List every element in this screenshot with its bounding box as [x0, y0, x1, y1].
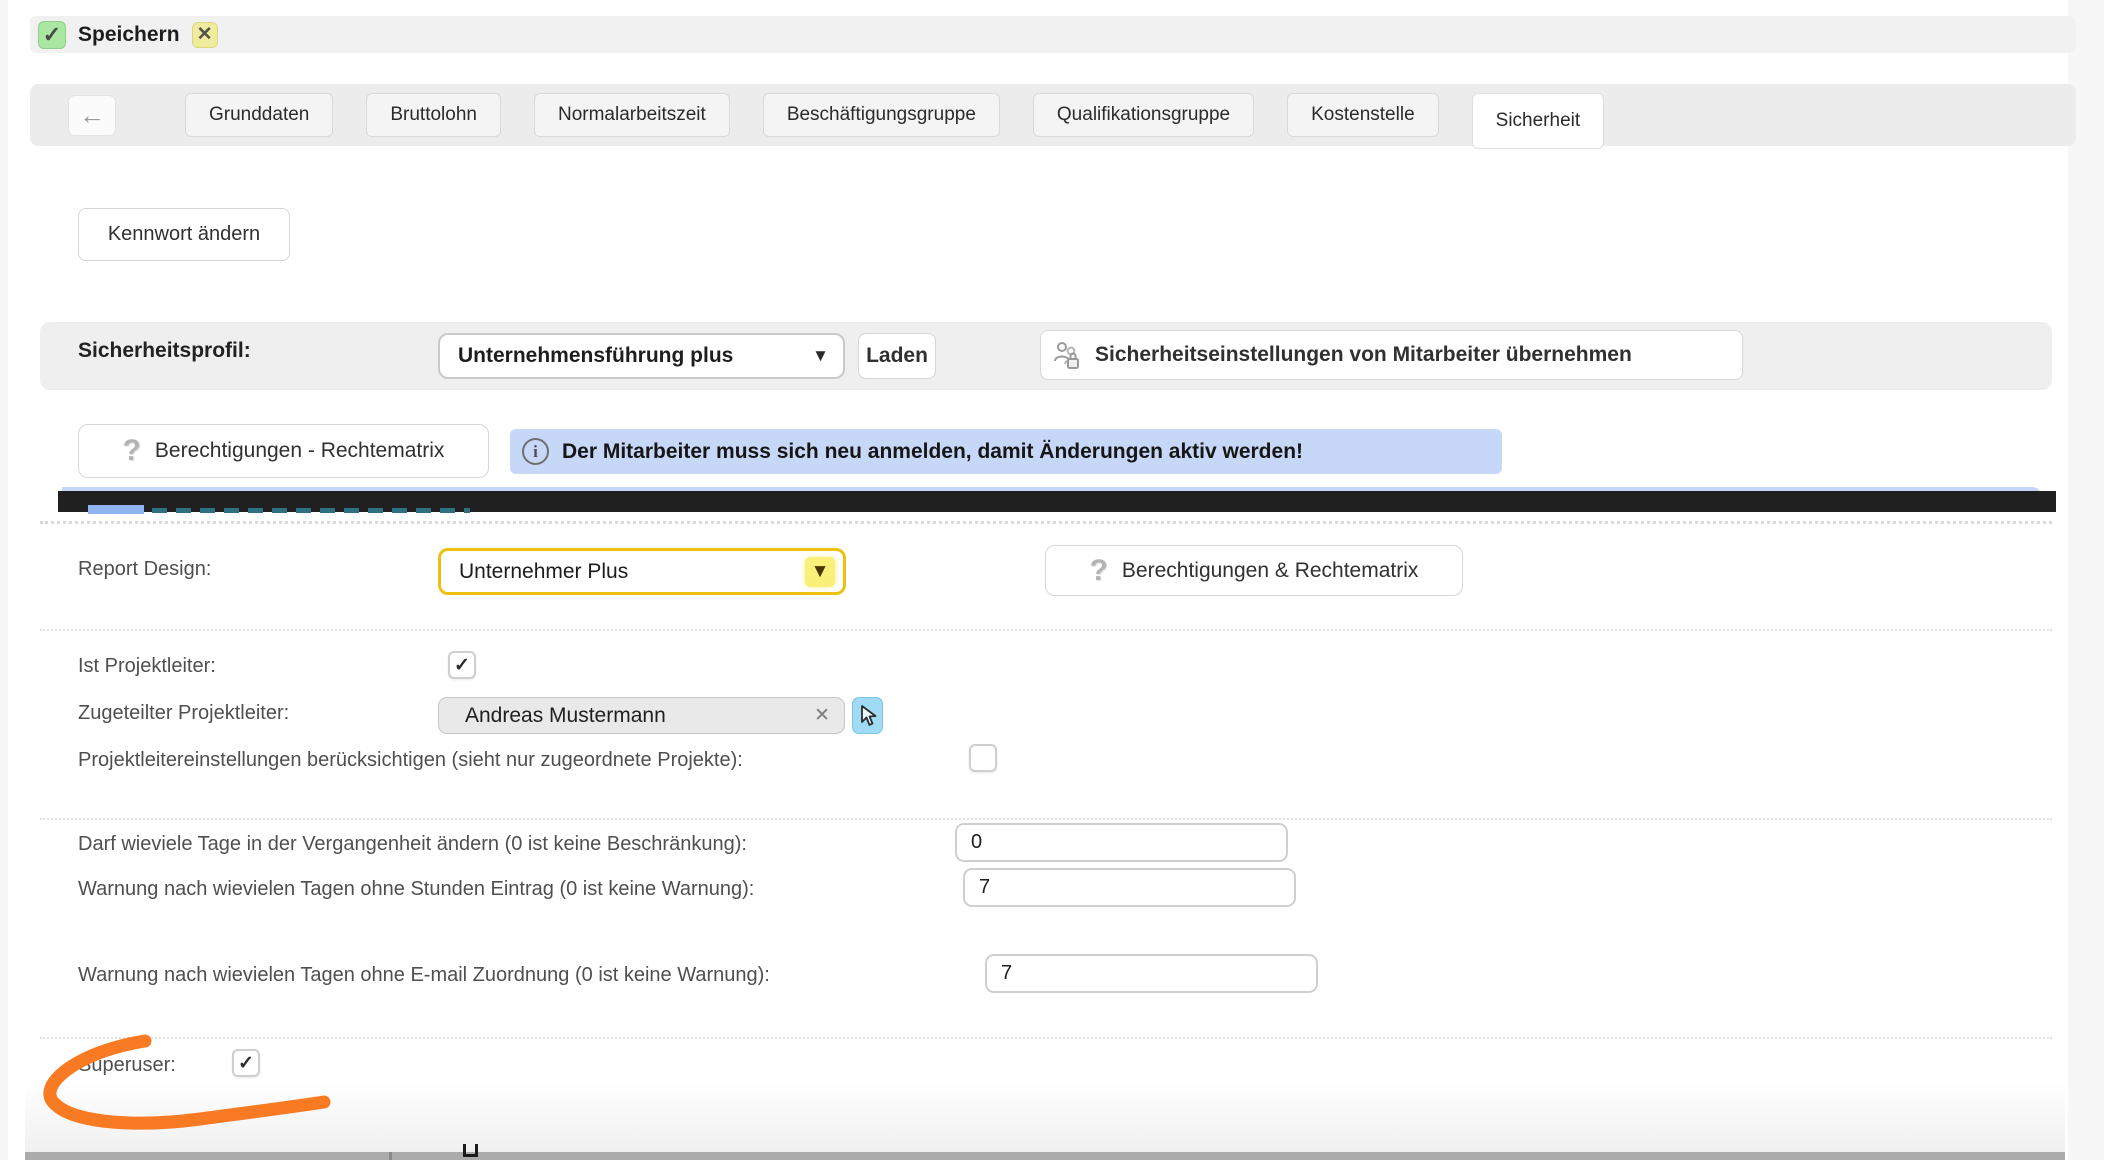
clipped-bottom-bar [25, 1152, 2065, 1160]
save-label[interactable]: Speichern [78, 23, 180, 47]
question-mark-icon: ? [123, 434, 141, 468]
save-check-icon[interactable]: ✓ [38, 21, 66, 49]
security-settings-page: ✓ Speichern ✕ ← Grunddaten Bruttolohn No… [0, 0, 2104, 1160]
adopt-security-settings-label: Sicherheitseinstellungen von Mitarbeiter… [1095, 343, 1632, 367]
clear-icon[interactable]: ✕ [814, 704, 830, 727]
project-leader-settings-checkbox[interactable] [969, 744, 997, 772]
tab-qualifikationsgruppe[interactable]: Qualifikationsgruppe [1033, 93, 1254, 137]
clipped-text-fragment [88, 505, 144, 514]
relogin-info-message: i Der Mitarbeiter muss sich neu anmelden… [510, 429, 1502, 474]
tab-grunddaten[interactable]: Grunddaten [185, 93, 333, 137]
is-project-leader-label: Ist Projektleiter: [78, 655, 216, 678]
security-profile-select[interactable]: Unternehmensführung plus ▼ [438, 333, 845, 379]
email-warning-label: Warnung nach wievielen Tagen ohne E-mail… [78, 964, 770, 987]
separator [40, 629, 2052, 631]
close-icon[interactable]: ✕ [192, 22, 218, 48]
hours-warning-label: Warnung nach wievielen Tagen ohne Stunde… [78, 878, 754, 901]
email-warning-input[interactable]: 7 [985, 954, 1318, 993]
back-arrow-icon: ← [79, 100, 105, 131]
tab-list: Grunddaten Bruttolohn Normalarbeitszeit … [185, 93, 1604, 149]
clipped-text-fragment [152, 508, 470, 513]
tab-bruttolohn[interactable]: Bruttolohn [366, 93, 501, 137]
change-password-button[interactable]: Kennwort ändern [78, 208, 290, 261]
assigned-project-leader-value: Andreas Mustermann [465, 704, 814, 728]
past-days-limit-label: Darf wieviele Tage in der Vergangenheit … [78, 833, 747, 856]
right-margin [2068, 0, 2104, 1160]
report-design-value: Unternehmer Plus [459, 560, 805, 584]
orange-annotation-swoosh [20, 1025, 350, 1140]
past-days-limit-input[interactable]: 0 [955, 823, 1288, 862]
rights-matrix-button[interactable]: ? Berechtigungen - Rechtematrix [78, 424, 489, 478]
chevron-down-icon: ▼ [812, 346, 829, 366]
save-bar: ✓ Speichern ✕ [30, 16, 2076, 53]
rights-and-matrix-label: Berechtigungen & Rechtematrix [1122, 559, 1419, 583]
back-button[interactable]: ← [68, 95, 116, 136]
separator [40, 521, 2052, 524]
info-icon: i [522, 438, 549, 465]
assigned-project-leader-label: Zugeteilter Projektleiter: [78, 702, 289, 725]
security-profile-label: Sicherheitsprofil: [78, 339, 251, 363]
report-design-label: Report Design: [78, 558, 211, 581]
security-profile-value: Unternehmensführung plus [458, 344, 812, 368]
tab-beschaeftigungsgruppe[interactable]: Beschäftigungsgruppe [763, 93, 1000, 137]
rights-and-matrix-button[interactable]: ? Berechtigungen & Rechtematrix [1045, 545, 1463, 596]
adopt-security-settings-button[interactable]: Sicherheitseinstellungen von Mitarbeiter… [1040, 330, 1743, 380]
tab-kostenstelle[interactable]: Kostenstelle [1287, 93, 1439, 137]
relogin-info-text: Der Mitarbeiter muss sich neu anmelden, … [562, 440, 1303, 464]
clipped-bottom-divider [389, 1152, 392, 1160]
tab-normalarbeitszeit[interactable]: Normalarbeitszeit [534, 93, 730, 137]
chevron-down-icon: ▼ [805, 557, 835, 587]
tab-bar: ← Grunddaten Bruttolohn Normalarbeitszei… [30, 84, 2076, 146]
clipped-bottom-text-fragment [463, 1144, 478, 1157]
load-button[interactable]: Laden [858, 333, 936, 379]
tab-sicherheit[interactable]: Sicherheit [1472, 93, 1605, 149]
users-lock-icon [1051, 339, 1083, 371]
is-project-leader-checkbox[interactable]: ✓ [448, 651, 476, 679]
separator [40, 818, 2052, 820]
question-mark-icon: ? [1090, 554, 1108, 588]
left-margin [0, 0, 8, 1160]
hours-warning-input[interactable]: 7 [963, 868, 1296, 907]
cursor-icon [858, 704, 878, 728]
report-design-select[interactable]: Unternehmer Plus ▼ [438, 548, 846, 595]
assigned-project-leader-field[interactable]: Andreas Mustermann ✕ [438, 697, 845, 734]
pick-employee-button[interactable] [852, 697, 883, 734]
check-icon: ✓ [454, 654, 470, 677]
project-leader-settings-label: Projektleitereinstellungen berücksichtig… [78, 749, 743, 772]
rights-matrix-label: Berechtigungen - Rechtematrix [155, 439, 444, 463]
